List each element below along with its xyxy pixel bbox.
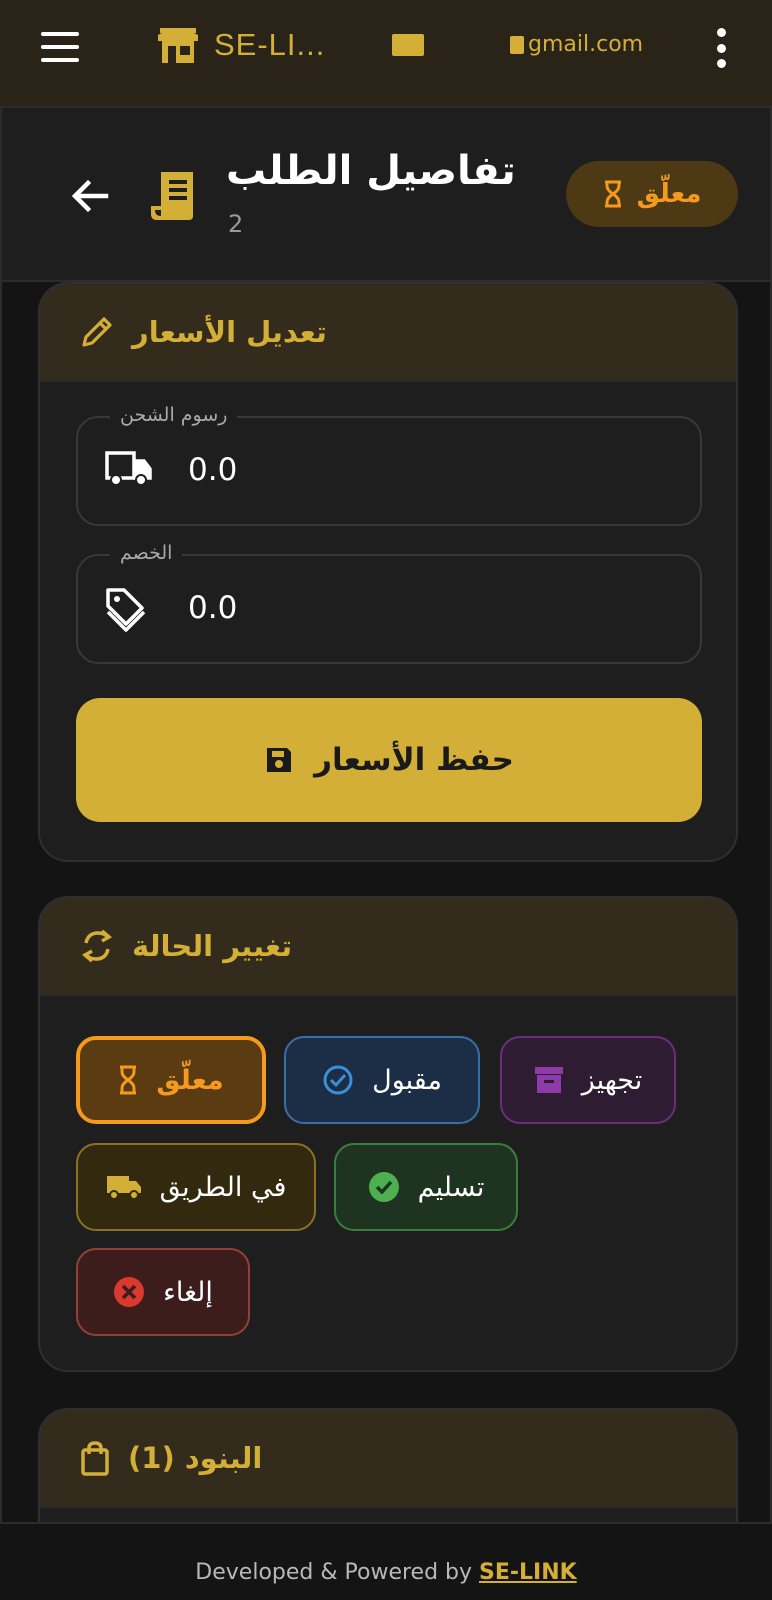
status-change-header: تغيير الحالة <box>40 898 736 996</box>
order-number: 2 <box>228 210 244 238</box>
footer: Developed & Powered by SE-LINK <box>0 1560 772 1585</box>
store-icon <box>158 28 198 63</box>
status-chip-pending[interactable]: معلّق <box>76 1036 266 1124</box>
status-chip-on-the-way[interactable]: في الطريق <box>76 1143 316 1231</box>
status-chip-cancelled[interactable]: إلغاء <box>76 1248 250 1336</box>
user-email: gmail.com <box>392 32 643 57</box>
items-title: البنود (1) <box>128 1441 263 1475</box>
hourglass-icon <box>604 180 621 208</box>
receipt-icon <box>151 172 193 220</box>
discount-field[interactable]: الخصم <box>76 542 702 664</box>
save-prices-button[interactable]: حفظ الأسعار <box>76 698 702 822</box>
tags-icon <box>106 588 146 632</box>
chip-label: في الطريق <box>159 1171 287 1203</box>
status-chip-accepted[interactable]: مقبول <box>284 1036 480 1124</box>
hamburger-menu-icon[interactable] <box>38 30 82 64</box>
content-panel: تفاصيل الطلب 2 معلّق تعديل الأسعار رسوم … <box>0 106 772 1524</box>
brand[interactable]: SE-LI... <box>158 26 325 64</box>
check-circle-outline-icon <box>323 1065 353 1095</box>
chip-label: مقبول <box>372 1064 442 1096</box>
chip-label: إلغاء <box>163 1276 213 1308</box>
status-badge-label: معلّق <box>636 179 702 209</box>
shipping-fee-label: رسوم الشحن <box>110 404 238 426</box>
chip-label: تسليم <box>417 1171 485 1203</box>
footer-link[interactable]: SE-LINK <box>479 1560 577 1585</box>
archive-box-icon <box>534 1067 563 1093</box>
shipping-fee-field[interactable]: رسوم الشحن <box>76 404 702 526</box>
cancel-circle-icon <box>114 1277 145 1307</box>
order-header: تفاصيل الطلب 2 معلّق <box>2 108 770 282</box>
status-badge: معلّق <box>566 161 738 227</box>
more-options-icon[interactable] <box>714 28 728 68</box>
check-circle-icon <box>368 1172 399 1202</box>
save-prices-label: حفظ الأسعار <box>314 742 514 778</box>
price-edit-title: تعديل الأسعار <box>132 315 327 349</box>
truck-icon <box>106 1176 141 1200</box>
hourglass-icon <box>120 1065 137 1095</box>
discount-label: الخصم <box>110 542 183 564</box>
status-change-title: تغيير الحالة <box>132 929 293 963</box>
sync-icon <box>81 929 113 963</box>
redacted-block <box>392 33 424 56</box>
status-change-card: تغيير الحالة معلّق مقبول تجهيز في الطريق… <box>38 896 738 1372</box>
pencil-icon <box>82 317 112 347</box>
shipping-fee-input[interactable] <box>188 452 588 488</box>
chip-label: تجهيز <box>581 1064 643 1096</box>
redacted-block <box>510 35 524 54</box>
chip-label: معلّق <box>156 1064 224 1096</box>
footer-text: Developed & Powered by <box>195 1560 480 1585</box>
discount-input[interactable] <box>188 590 588 626</box>
top-app-bar: SE-LI... gmail.com <box>0 0 772 106</box>
floppy-disk-icon <box>267 748 292 772</box>
back-arrow-icon[interactable] <box>68 174 112 218</box>
page-title: تفاصيل الطلب <box>226 148 516 194</box>
brand-name: SE-LI... <box>214 27 326 62</box>
items-card: البنود (1) <box>38 1408 738 1522</box>
status-chip-preparing[interactable]: تجهيز <box>500 1036 676 1124</box>
price-edit-card: تعديل الأسعار رسوم الشحن الخصم حفظ الأسع… <box>38 282 738 862</box>
email-text: gmail.com <box>528 32 644 57</box>
price-edit-header: تعديل الأسعار <box>40 284 736 382</box>
items-header: البنود (1) <box>40 1410 736 1508</box>
status-chip-delivered[interactable]: تسليم <box>334 1143 518 1231</box>
truck-icon <box>105 451 152 486</box>
shopping-bag-icon <box>81 1441 109 1476</box>
